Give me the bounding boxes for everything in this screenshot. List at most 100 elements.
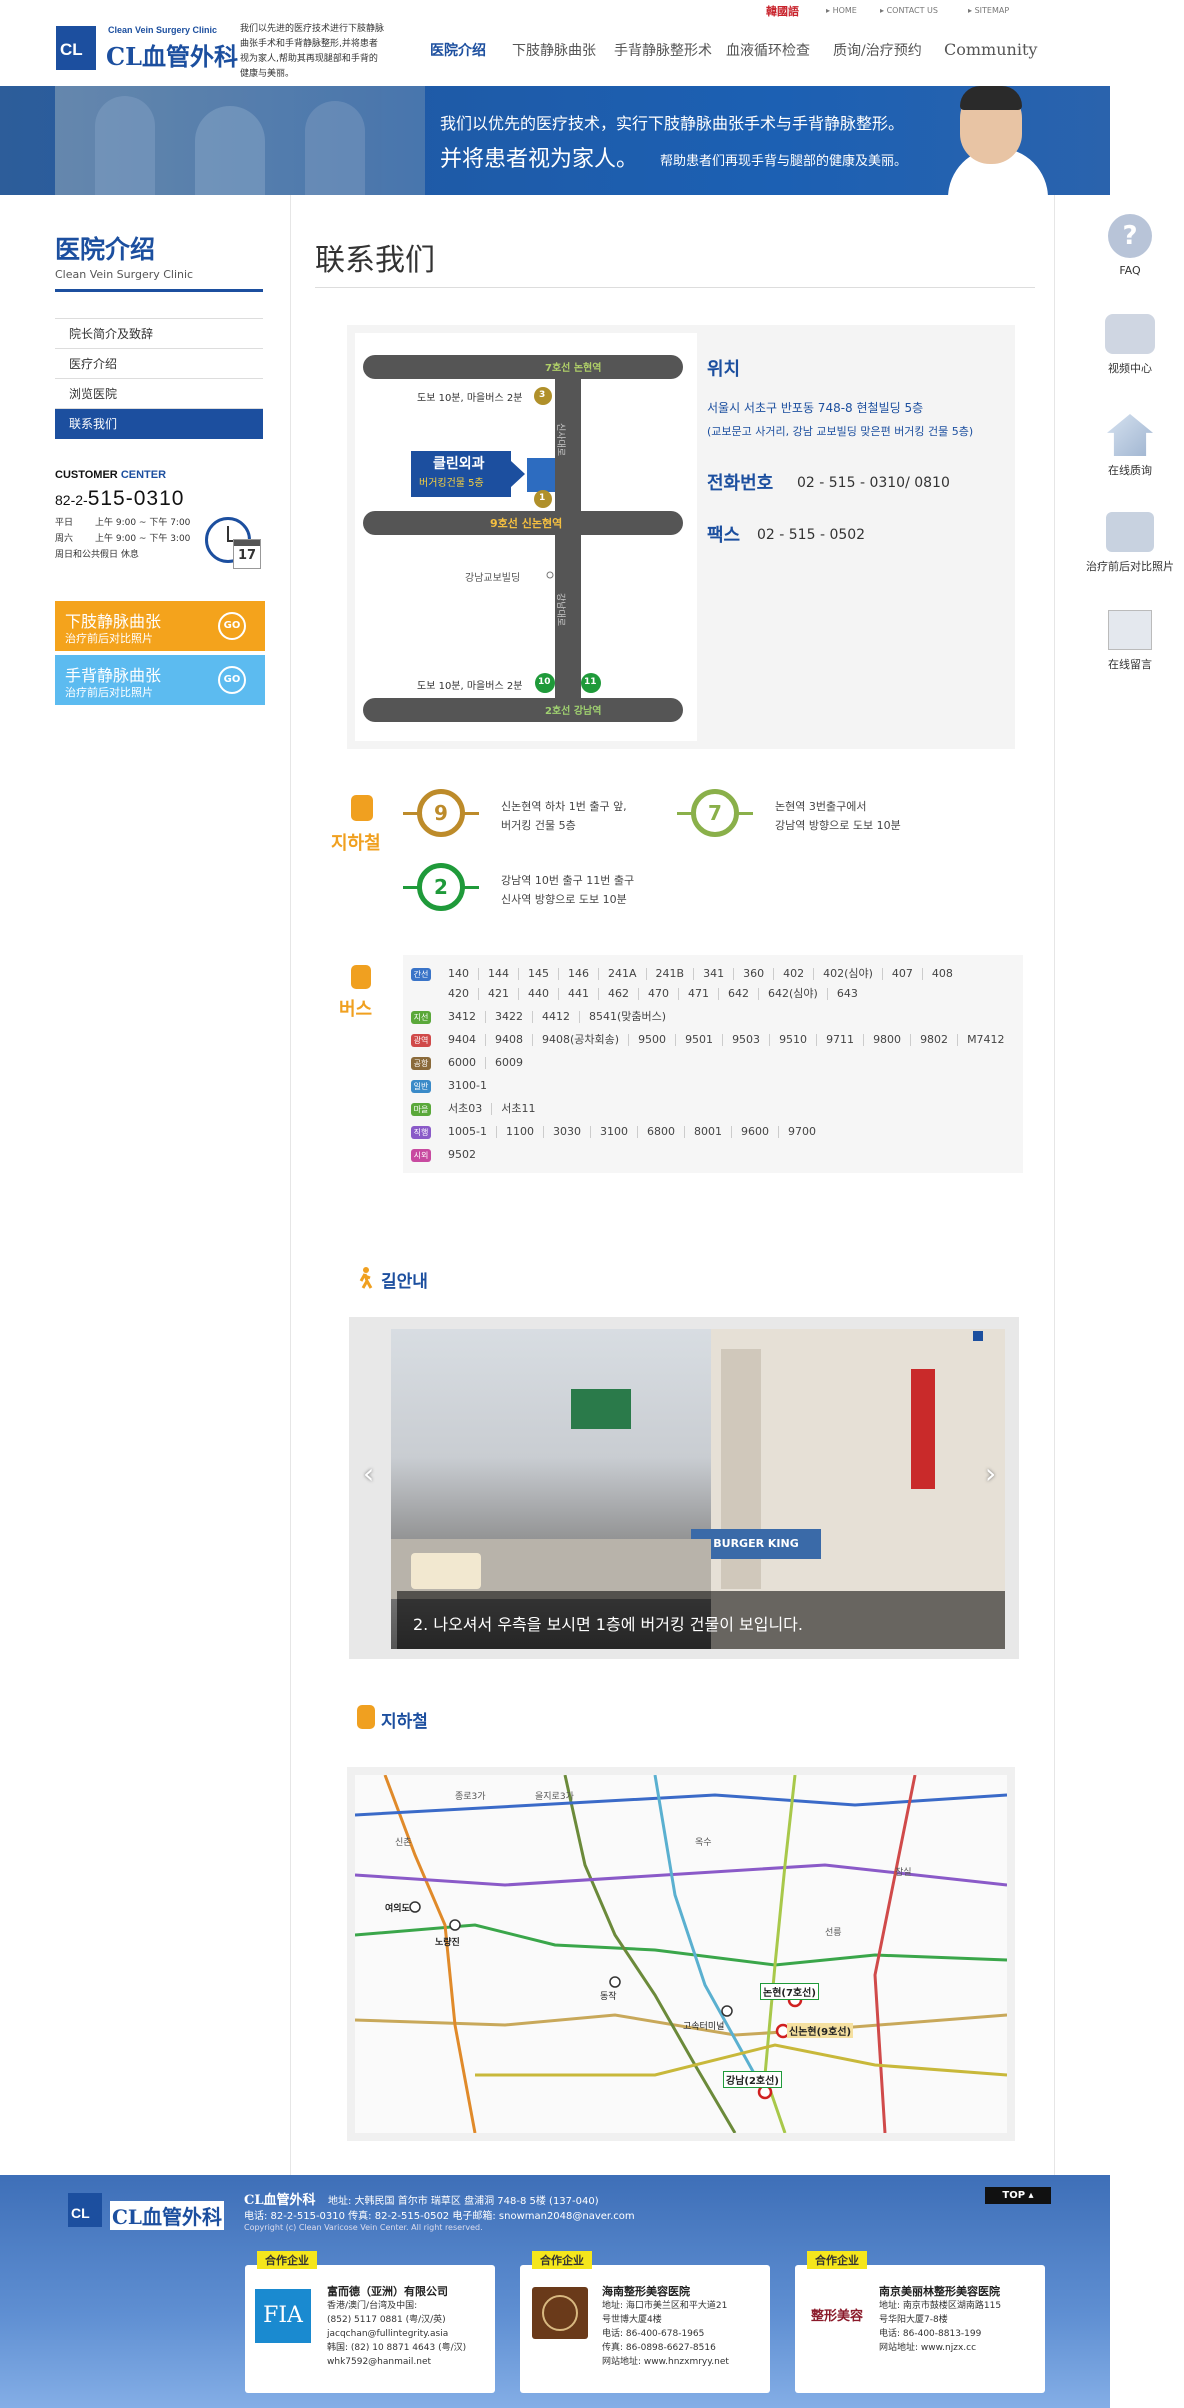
station-gangnam-highlight: 강남(2호선): [723, 2071, 782, 2088]
station-jongno3ga: 종로3가: [455, 1792, 486, 1802]
lang-korean-link[interactable]: 韓國語: [766, 3, 799, 19]
station-yeouido: 여의도: [385, 1904, 410, 1914]
map-kyobo-label: 강남교보빌딩: [465, 573, 521, 584]
bus-row-trunk-cont: 420 421 440 441 462 470 471 642 642(심야) 643: [439, 987, 867, 1007]
map-line9-label: 9호선 신논현역: [490, 517, 563, 530]
partner-tag: 合作企业: [532, 2251, 592, 2269]
quick-video-center[interactable]: 视频中心: [1075, 314, 1184, 376]
bus-icon: [351, 965, 371, 989]
slider-pager[interactable]: [949, 1331, 983, 1343]
bus-row-direct: 직행 1005-1 1100 3030 3100 6800 8001 9600 9700: [411, 1125, 825, 1145]
varicose-legs-photos-button[interactable]: 下肢静脉曲张 治疗前后对比照片 GO: [55, 601, 265, 651]
sidebar-item-medical-intro[interactable]: 医疗介绍: [55, 349, 263, 379]
sitemap-link[interactable]: ▸ SITEMAP: [968, 6, 1009, 15]
station-sinchon: 신촌: [395, 1838, 412, 1848]
partner-card[interactable]: 合作企业 海南整形美容医院 地址: 海口市美兰区和平大道21 号世博大厦4楼 电话:…: [520, 2251, 770, 2393]
station-oksu: 옥수: [695, 1838, 712, 1848]
partner-card[interactable]: 合作企业 整形美容 南京美丽林整形美容医院 地址: 南京市鼓楼区湖南路115 号华…: [795, 2251, 1045, 2393]
quick-before-after[interactable]: 治疗前后对比照片: [1075, 512, 1184, 574]
location-box: 7호선 논현역 도보 10분, 마을버스 2분 3 클린외과 버거킹건물 5층 …: [347, 325, 1015, 749]
sidebar-title: 医院介绍: [55, 235, 156, 264]
logo-description: 我们以先进的医疗技术进行下肢静脉曲张手术和手背静脉整形,并将患者视为家人,帮助其…: [240, 24, 385, 79]
bus-section: 버스 간선 140 144 145 146 241A 241B 341 360 402 402(심야…: [331, 955, 1023, 1173]
fax-value: 02 - 515 - 0502: [757, 527, 866, 543]
station-jamsil: 잠실: [895, 1868, 912, 1878]
partner-name: 富而德（亚洲）有限公司: [327, 2285, 448, 2298]
nav-hospital-intro[interactable]: 医院介绍: [430, 40, 486, 60]
nav-circulation-test[interactable]: 血液循环检查: [726, 40, 810, 60]
quick-faq[interactable]: ? FAQ: [1075, 210, 1184, 277]
map-walk1-label: 도보 10분, 마을버스 2분: [417, 393, 523, 404]
station-noryangjin: 노량진: [435, 1938, 460, 1948]
map-line2-label: 2호선 강남역: [545, 706, 602, 717]
subway-map-label: 지하철: [381, 1712, 428, 1732]
logo-main-text[interactable]: CL血管外科: [106, 37, 238, 72]
route-9-badge: 9: [403, 789, 479, 837]
contact-us-link[interactable]: ▸ CONTACT US: [880, 6, 938, 15]
home-link[interactable]: ▸ HOME: [826, 6, 857, 15]
station-sinnonhyeon-highlight: 신논현(9호선): [787, 2023, 854, 2038]
banner-line1: 我们以优先的医疗技术，实行下肢静脉曲张手术与手背静脉整形。: [440, 114, 905, 133]
directions-caption: 2. 나오셔서 우측을 보시면 1층에 버거킹 건물이 보입니다.: [413, 1615, 803, 1634]
address-line2: (교보문고 사거리, 강남 교보빌딩 맞은편 버거킹 건물 5층): [707, 425, 974, 438]
station-euljiro3ga: 을지로3가: [535, 1792, 574, 1802]
area-map: 7호선 논현역 도보 10분, 마을버스 2분 3 클린외과 버거킹건물 5층 …: [355, 333, 697, 741]
footer-address: 地址: 大韩民国 首尔市 瑞草区 盘浦洞 748-8 5楼 (137-040): [328, 2196, 599, 2207]
hero-banner: 我们以优先的医疗技术，实行下肢静脉曲张手术与手背静脉整形。 并将患者视为家人。 …: [0, 86, 1110, 195]
title-divider: [315, 287, 1035, 288]
route-2-badge: 2: [403, 863, 479, 911]
bus-table: 간선 140 144 145 146 241A 241B 341 360 402 402(심야) 40…: [403, 955, 1023, 1173]
question-icon: ?: [1108, 214, 1152, 258]
footer-name: CL血管外科: [244, 2193, 316, 2208]
nav-varicose-legs[interactable]: 下肢静脉曲张: [512, 40, 596, 60]
notepad-icon: [1108, 610, 1152, 650]
nav-consult-booking[interactable]: 质询/治疗预约: [833, 40, 922, 60]
surgery-photo: [55, 86, 425, 195]
partner-card[interactable]: 合作企业 FIA 富而德（亚洲）有限公司 香港/澳门/台湾及中国: (852) 5…: [245, 2251, 495, 2393]
customer-center-label: CUSTOMER CENTER: [55, 469, 167, 481]
nanjing-logo: 整形美容: [810, 2309, 863, 2324]
sidebar-item-browse-hospital[interactable]: 浏览医院: [55, 379, 263, 409]
house-icon: [1107, 414, 1153, 456]
sidebar-menu: 院长简介及致辞 医疗介绍 浏览医院 联系我们: [55, 318, 263, 439]
sidebar-item-director[interactable]: 院长简介及致辞: [55, 319, 263, 349]
banner-line2-small: 帮助患者们再现手背与腿部的健康及美丽。: [660, 154, 908, 169]
banner-line2-big: 并将患者视为家人。: [440, 147, 639, 172]
go-icon: GO: [218, 612, 246, 640]
train-icon: [357, 1705, 375, 1729]
station-dongjak: 동작: [600, 1992, 617, 2002]
map-clinic-floor: 버거킹건물 5층: [419, 478, 484, 489]
fia-logo: FIA: [255, 2289, 311, 2343]
bus-row-intercity: 시외 9502: [411, 1148, 485, 1168]
quick-online-message[interactable]: 在线留言: [1075, 610, 1184, 672]
customer-phone: 82-2-515-0310: [55, 487, 185, 510]
hainan-logo: [532, 2287, 588, 2339]
route-7-badge: 7: [677, 789, 753, 837]
map-exit11: 11: [584, 677, 597, 687]
phone-heading: 전화번호: [707, 473, 774, 494]
bus-label: 버스: [339, 999, 373, 1020]
top-button[interactable]: TOP ▴: [985, 2187, 1051, 2204]
train-icon: [351, 795, 373, 821]
phone-value: 02 - 515 - 0310/ 0810: [797, 475, 950, 491]
walking-icon: [355, 1267, 375, 1289]
btn2-title: 手背静脉曲张: [65, 666, 162, 685]
hand-vein-photos-button[interactable]: 手背静脉曲张 治疗前后对比照片 GO: [55, 655, 265, 705]
main-content: 联系我们 7호선 논현역 도보 10분, 마을버스 2분 3 클린외과 버거킹건…: [290, 195, 1055, 2175]
slider-next-arrow[interactable]: ›: [985, 1457, 996, 1490]
sidebar-item-contact-us[interactable]: 联系我们: [55, 409, 263, 439]
bus-row-village: 마을 서초03 서초11: [411, 1102, 545, 1122]
quick-online-consult[interactable]: 在线质询: [1075, 414, 1184, 478]
sidebar-subtitle: Clean Vein Surgery Clinic: [55, 268, 194, 281]
nav-hand-vein[interactable]: 手背静脉整形术: [614, 40, 712, 60]
nav-community[interactable]: Community: [944, 40, 1037, 59]
map-road-label: 신사대로: [555, 422, 566, 457]
go-icon: GO: [218, 666, 246, 694]
slider-prev-arrow[interactable]: ‹: [363, 1457, 374, 1490]
doctor-photo: [928, 86, 1048, 195]
directions-label: 길안내: [381, 1272, 428, 1292]
subway-map[interactable]: 여의도 노량진 동작 고속터미널 잠실 선릉 옥수 을지로3가 종로3가 신촌 …: [355, 1775, 1007, 2133]
logo-mark: CL: [56, 26, 96, 70]
partner-name: 海南整形美容医院: [602, 2285, 690, 2298]
map-exit1: 1: [539, 493, 546, 503]
